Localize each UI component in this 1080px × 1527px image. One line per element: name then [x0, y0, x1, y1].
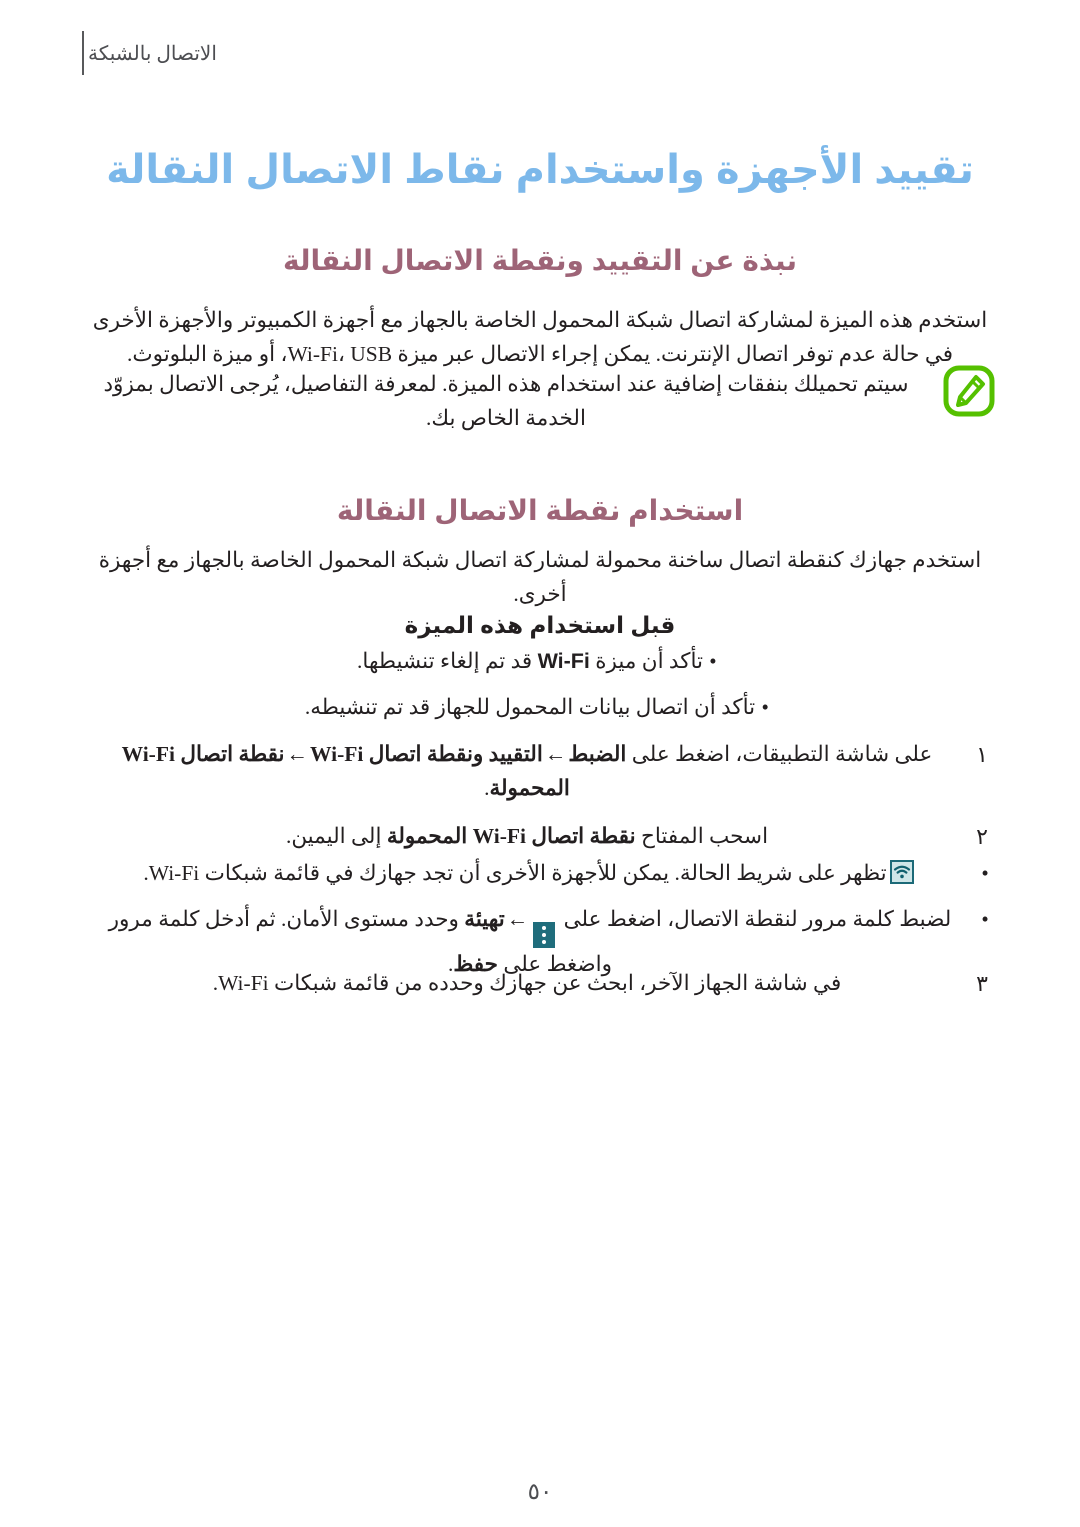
step-item: ٢ اسحب المفتاح نقطة اتصال Wi-Fi المحمولة… — [85, 820, 995, 855]
wifi-status-icon — [889, 860, 914, 884]
list-item: • تأكد أن اتصال بيانات المحمول للجهاز قد… — [85, 691, 995, 725]
bullet-dot-icon: • — [709, 649, 717, 673]
step-text: في شاشة الجهاز الآخر، ابحث عن جهازك وحدد… — [212, 971, 842, 995]
step-seg-bold: الضبط — [568, 742, 627, 766]
step-seg: إلى اليمين. — [285, 823, 387, 848]
step-number: ٢ — [976, 823, 988, 849]
bullet-dot-icon: • — [981, 861, 989, 885]
bullet-text: تأكد أن اتصال بيانات المحمول للجهاز قد ت… — [304, 694, 756, 719]
note-text: سيتم تحميلك بنفقات إضافية عند استخدام هذ… — [103, 372, 909, 431]
more-options-icon — [533, 921, 556, 948]
arrow-icon: ← — [286, 742, 309, 766]
hotspot-final-step: ٣ في شاشة الجهاز الآخر، ابحث عن جهازك وح… — [85, 967, 995, 1002]
step-text: اسحب المفتاح نقطة اتصال Wi-Fi المحمولة إ… — [85, 820, 969, 854]
step-seg-bold: نقطة اتصال Wi-Fi المحمولة — [386, 823, 636, 848]
before-use-bullet-list: • تأكد أن ميزة Wi-Fi قد تم إلغاء تنشيطها… — [85, 645, 995, 725]
step-number: ٣ — [976, 971, 988, 996]
header-divider — [82, 31, 84, 75]
step-seg-bold: التقييد ونقطة اتصال Wi-Fi — [310, 742, 543, 766]
arrow-icon: ← — [506, 906, 529, 931]
bullet-emphasis-configure: تهيئة — [464, 906, 505, 931]
bullet-text: تأكد أن ميزة Wi-Fi قد تم إلغاء تنشيطها. — [357, 645, 703, 679]
note-pen-icon — [943, 365, 995, 417]
document-page: الاتصال بالشبكة تقييد الأجهزة واستخدام ن… — [0, 0, 1080, 1527]
step-seg: اسحب المفتاح — [635, 823, 769, 848]
bullet-text-pre: تأكد أن ميزة — [589, 649, 703, 673]
bullet-text-pre: لضبط كلمة مرور لنقطة الاتصال، اضغط على — [558, 906, 952, 931]
bullet-text-emphasis: Wi-Fi — [537, 649, 590, 673]
running-header: الاتصال بالشبكة — [60, 30, 1020, 76]
list-item: • تظهر على شريط الحالة. يمكن للأجهزة الأ… — [85, 857, 995, 891]
about-paragraph: استخدم هذه الميزة لمشاركة اتصال شبكة الم… — [92, 307, 988, 367]
bullet-dot-icon: • — [761, 694, 769, 719]
step-seg: على شاشة التطبيقات، اضغط على — [626, 742, 933, 766]
bullet-text: تظهر على شريط الحالة. يمكن للأجهزة الأخر… — [85, 857, 975, 891]
bullet-text-body: تظهر على شريط الحالة. يمكن للأجهزة الأخر… — [143, 861, 887, 885]
section-heading-about: نبذة عن التقييد ونقطة الاتصال النقالة — [283, 245, 797, 277]
page-title: تقييد الأجهزة واستخدام نقاط الاتصال النق… — [106, 147, 974, 192]
step-item: ١ على شاشة التطبيقات، اضغط على الضبط←الت… — [85, 738, 995, 806]
note-callout: سيتم تحميلك بنفقات إضافية عند استخدام هذ… — [85, 365, 995, 436]
bullet-dot-icon: • — [981, 906, 989, 931]
sub-heading-before-use: قبل استخدام هذه الميزة — [404, 612, 676, 638]
step-text: على شاشة التطبيقات، اضغط على الضبط←التقي… — [85, 738, 969, 806]
arrow-icon: ← — [544, 742, 567, 766]
status-bullet-list: • تظهر على شريط الحالة. يمكن للأجهزة الأ… — [85, 857, 995, 982]
section-heading-hotspot: استخدام نقطة الاتصال النقالة — [336, 495, 744, 527]
hotspot-paragraph: استخدم جهازك كنقطة اتصال ساخنة محمولة لم… — [98, 547, 982, 607]
step-item: ٣ في شاشة الجهاز الآخر، ابحث عن جهازك وح… — [85, 967, 995, 1002]
running-header-title: الاتصال بالشبكة — [88, 42, 217, 65]
bullet-text-post: قد تم إلغاء تنشيطها. — [357, 649, 538, 673]
bullet-text-mid: وحدد مستوى الأمان. ثم أدخل كلمة مرور — [108, 906, 465, 931]
page-number: ٥٠ — [527, 1479, 553, 1504]
step-number: ١ — [976, 742, 988, 767]
list-item: • تأكد أن ميزة Wi-Fi قد تم إلغاء تنشيطها… — [85, 645, 995, 679]
hotspot-steps: ١ على شاشة التطبيقات، اضغط على الضبط←الت… — [85, 738, 995, 855]
